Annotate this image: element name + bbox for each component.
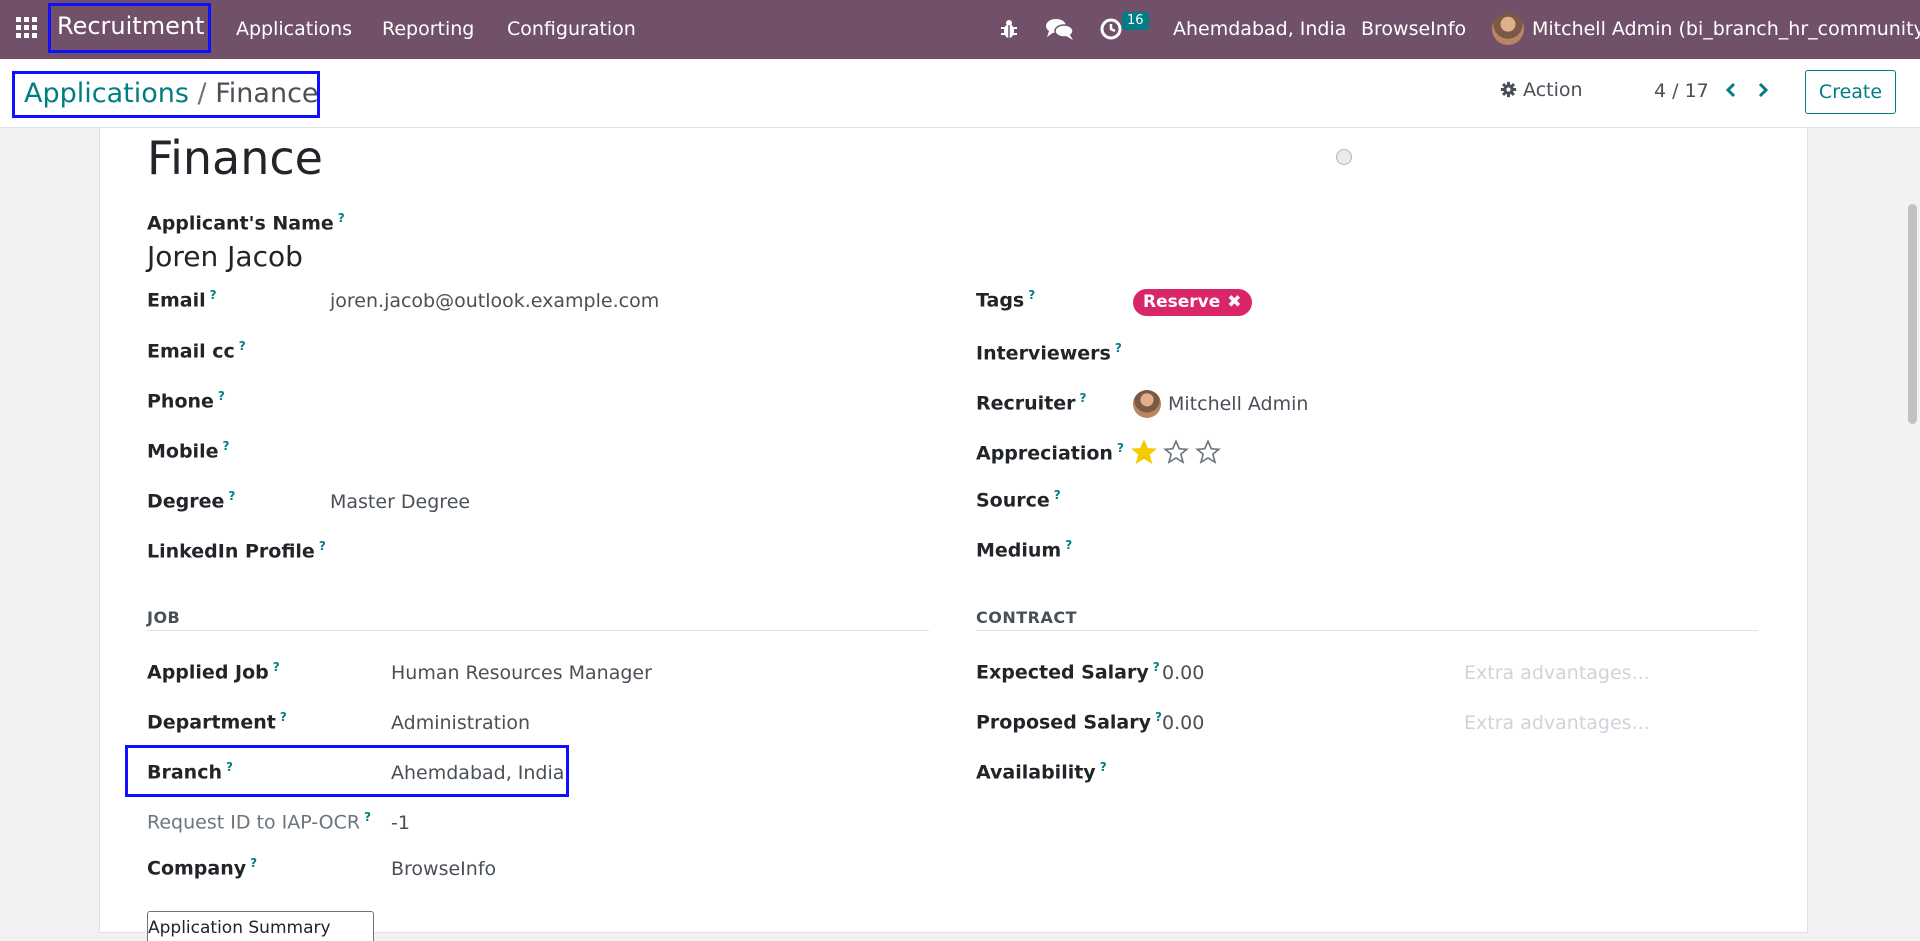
- applied-job-label: Applied Job?: [147, 660, 280, 684]
- star-empty-icon[interactable]: [1195, 439, 1221, 465]
- breadcrumb-current: Finance: [215, 78, 319, 109]
- action-label: Action: [1523, 79, 1583, 101]
- interviewers-label: Interviewers?: [976, 341, 1122, 365]
- pager-next-icon[interactable]: [1754, 81, 1772, 99]
- recruiter-field[interactable]: Mitchell Admin: [1168, 393, 1308, 415]
- pager-value[interactable]: 4 / 17: [1654, 80, 1709, 102]
- email-cc-field[interactable]: [330, 339, 890, 363]
- expected-salary-field[interactable]: 0.00: [1162, 662, 1204, 684]
- tag-label: Reserve: [1143, 292, 1221, 312]
- appreciation-label: Appreciation?: [976, 441, 1124, 465]
- branch-field[interactable]: Ahemdabad, India: [391, 762, 564, 784]
- medium-field[interactable]: [1133, 538, 1693, 562]
- user-menu[interactable]: Mitchell Admin (bi_branch_hr_community): [1532, 18, 1920, 40]
- linkedin-label: LinkedIn Profile?: [147, 539, 326, 563]
- star-empty-icon[interactable]: [1163, 439, 1189, 465]
- request-id-label: Request ID to IAP-OCR?: [147, 810, 372, 834]
- menu-reporting[interactable]: Reporting: [382, 18, 474, 40]
- linkedin-field[interactable]: [330, 539, 890, 563]
- degree-label: Degree?: [147, 489, 236, 513]
- user-avatar[interactable]: [1492, 13, 1524, 45]
- proposed-salary-label: Proposed Salary?: [976, 710, 1162, 734]
- tag-reserve[interactable]: Reserve ✖: [1133, 289, 1252, 316]
- email-field[interactable]: joren.jacob@outlook.example.com: [330, 290, 659, 312]
- tag-remove-icon[interactable]: ✖: [1227, 292, 1241, 312]
- activity-count-badge: 16: [1122, 12, 1149, 30]
- apps-grid-icon[interactable]: [16, 17, 40, 41]
- recruiter-avatar: [1133, 390, 1161, 418]
- source-field[interactable]: [1133, 488, 1693, 512]
- company-switcher[interactable]: BrowseInfo: [1361, 18, 1466, 40]
- request-id-field[interactable]: -1: [391, 812, 410, 834]
- record-title[interactable]: Finance: [147, 131, 323, 185]
- interviewers-field[interactable]: [1133, 341, 1693, 365]
- contract-section-divider: [976, 630, 1758, 631]
- applied-job-field[interactable]: Human Resources Manager: [391, 662, 652, 684]
- top-navbar: Recruitment Applications Reporting Confi…: [0, 0, 1920, 59]
- source-label: Source?: [976, 488, 1061, 512]
- bug-icon[interactable]: [996, 16, 1022, 42]
- phone-label: Phone?: [147, 389, 225, 413]
- email-label: Email?: [147, 288, 217, 312]
- scrollbar-thumb[interactable]: [1908, 204, 1917, 424]
- action-button[interactable]: Action: [1500, 79, 1583, 101]
- email-cc-label: Email cc?: [147, 339, 246, 363]
- app-name[interactable]: Recruitment: [57, 12, 204, 40]
- branch-label: Branch?: [147, 760, 233, 784]
- department-label: Department?: [147, 710, 287, 734]
- breadcrumb-separator: /: [197, 78, 207, 109]
- proposed-salary-field[interactable]: 0.00: [1162, 712, 1204, 734]
- proposed-extra-advantages-input[interactable]: Extra advantages...: [1464, 712, 1650, 734]
- applicant-name-field[interactable]: Joren Jacob: [147, 240, 303, 273]
- company-field[interactable]: BrowseInfo: [391, 858, 496, 880]
- mobile-field[interactable]: [330, 439, 890, 463]
- breadcrumb-applications[interactable]: Applications: [24, 78, 189, 109]
- pager-previous-icon[interactable]: [1722, 81, 1740, 99]
- job-section-divider: [147, 630, 929, 631]
- kanban-state-indicator[interactable]: [1336, 149, 1352, 165]
- tags-label: Tags?: [976, 288, 1036, 312]
- tab-application-summary[interactable]: Application Summary: [147, 911, 374, 941]
- chat-icon[interactable]: [1045, 16, 1075, 42]
- star-filled-icon[interactable]: [1131, 439, 1157, 465]
- applicant-name-label: Applicant's Name?: [147, 211, 345, 235]
- mobile-label: Mobile?: [147, 439, 230, 463]
- department-field[interactable]: Administration: [391, 712, 530, 734]
- branch-switcher[interactable]: Ahemdabad, India: [1173, 18, 1346, 40]
- phone-field[interactable]: [330, 389, 890, 413]
- menu-applications[interactable]: Applications: [236, 18, 352, 40]
- availability-field[interactable]: [1162, 760, 1722, 784]
- job-section-heading: JOB: [147, 608, 181, 627]
- recruiter-label: Recruiter?: [976, 391, 1087, 415]
- menu-configuration[interactable]: Configuration: [507, 18, 636, 40]
- company-label: Company?: [147, 856, 258, 880]
- expected-extra-advantages-input[interactable]: Extra advantages...: [1464, 662, 1650, 684]
- expected-salary-label: Expected Salary?: [976, 660, 1160, 684]
- medium-label: Medium?: [976, 538, 1073, 562]
- availability-label: Availability?: [976, 760, 1107, 784]
- degree-field[interactable]: Master Degree: [330, 491, 470, 513]
- breadcrumb: Applications / Finance: [24, 78, 319, 109]
- create-button[interactable]: Create: [1805, 70, 1896, 114]
- gear-icon: [1500, 81, 1517, 98]
- contract-section-heading: CONTRACT: [976, 608, 1078, 627]
